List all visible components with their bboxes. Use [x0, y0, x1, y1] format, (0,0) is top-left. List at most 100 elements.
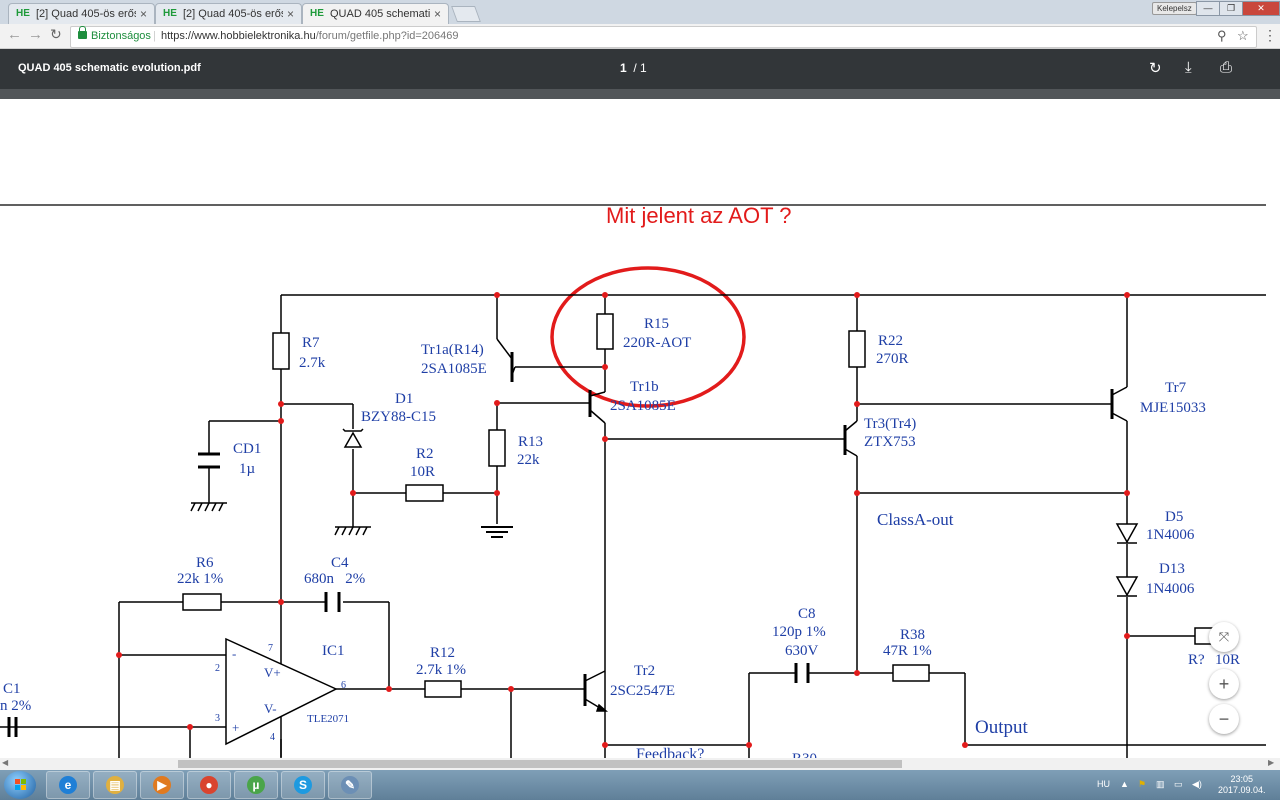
url-path: /forum/getfile.php?id=206469: [315, 30, 459, 42]
pdf-toolbar: QUAD 405 schematic evolution.pdf 1 / 1 ↻…: [0, 49, 1280, 89]
reload-icon[interactable]: ↻: [50, 26, 62, 43]
svg-text:120p 1%: 120p 1%: [772, 624, 826, 640]
language-indicator[interactable]: HU: [1097, 779, 1110, 789]
svg-text:n 2%: n 2%: [0, 698, 31, 714]
svg-text:R6: R6: [196, 555, 214, 571]
taskbar-media-player[interactable]: ▶: [140, 771, 184, 799]
pdf-page: Mit jelent az AOT ? R7 2.7k D1 BZY88-C15…: [0, 99, 1280, 759]
taskbar: e ▤ ▶ ● µ S ✎ HU ▲ ⚑ ▥ ▭ ◀) 23:05 2017.0…: [0, 770, 1280, 800]
rotate-icon[interactable]: ↻: [1149, 59, 1162, 77]
skype-icon: S: [294, 776, 312, 794]
site-favicon-icon: HE: [163, 8, 177, 19]
component-labels: R7 2.7k D1 BZY88-C15 CD1 1µ R2 10R R13 2…: [0, 316, 1240, 759]
svg-text:MJE15033: MJE15033: [1140, 400, 1206, 416]
start-button[interactable]: [4, 771, 36, 799]
media-player-icon: ▶: [153, 776, 171, 794]
scroll-left-icon[interactable]: ◀: [2, 758, 8, 767]
clock-time: 23:05: [1230, 774, 1254, 784]
taskbar-skype[interactable]: S: [281, 771, 325, 799]
scroll-right-icon[interactable]: ▶: [1268, 758, 1274, 767]
svg-text:4: 4: [270, 732, 275, 743]
page-current[interactable]: 1: [620, 61, 627, 75]
svg-text:1N4006: 1N4006: [1146, 581, 1195, 597]
svg-text:Tr1b: Tr1b: [630, 379, 659, 395]
minimize-button[interactable]: —: [1196, 1, 1220, 16]
scroll-thumb[interactable]: [178, 760, 902, 768]
maximize-button[interactable]: ❐: [1219, 1, 1243, 16]
zoom-out-button[interactable]: −: [1209, 704, 1239, 734]
tab-close-icon[interactable]: ×: [434, 7, 441, 21]
clock-date: 2017.09.04.: [1218, 785, 1266, 795]
svg-text:C8: C8: [798, 606, 816, 622]
address-bar[interactable]: Biztonságos | https://www.hobbielektroni…: [70, 26, 1257, 48]
page-indicator: 1 / 1: [620, 61, 647, 75]
tab-strip: HE [2] Quad 405-ös erősítő · × HE [2] Qu…: [0, 0, 1280, 25]
profile-button[interactable]: Kelepelsz: [1152, 2, 1197, 15]
taskbar-paint[interactable]: ✎: [328, 771, 372, 799]
ie-icon: e: [59, 776, 77, 794]
page-total: / 1: [633, 61, 647, 75]
annotation-question: Mit jelent az AOT ?: [606, 203, 791, 228]
close-window-button[interactable]: ✕: [1242, 1, 1280, 16]
battery-icon[interactable]: ▭: [1174, 779, 1183, 790]
download-icon[interactable]: ⤓: [1185, 59, 1192, 76]
back-arrow-icon[interactable]: ←: [7, 26, 22, 43]
svg-text:2: 2: [215, 663, 220, 674]
svg-text:7: 7: [268, 643, 273, 654]
resistor-r12: [424, 680, 462, 698]
zoom-magnifier-icon[interactable]: ⚲: [1217, 28, 1227, 44]
browser-menu-icon[interactable]: ⋮: [1263, 27, 1277, 44]
svg-text:Output: Output: [975, 717, 1029, 738]
svg-text:10R: 10R: [1215, 652, 1240, 668]
svg-text:-: -: [232, 646, 236, 661]
site-favicon-icon: HE: [16, 8, 30, 19]
svg-text:+: +: [232, 720, 239, 735]
bookmark-star-icon[interactable]: ☆: [1237, 28, 1249, 44]
taskbar-utorrent[interactable]: µ: [234, 771, 278, 799]
resistor-r22: [848, 330, 866, 368]
svg-text:TLE2071: TLE2071: [307, 713, 349, 725]
tab-close-icon[interactable]: ×: [287, 7, 294, 21]
tab-quad-forum-2[interactable]: HE [2] Quad 405-ös erősítő · ×: [155, 3, 302, 24]
svg-text:C1: C1: [3, 681, 21, 697]
svg-text:R7: R7: [302, 335, 320, 351]
forward-arrow-icon[interactable]: →: [28, 26, 43, 43]
taskbar-file-explorer[interactable]: ▤: [93, 771, 137, 799]
svg-text:47R 1%: 47R 1%: [883, 643, 932, 659]
show-hidden-icons-icon[interactable]: ▲: [1120, 779, 1129, 789]
system-clock[interactable]: 23:05 2017.09.04.: [1218, 774, 1266, 796]
svg-text:Tr7: Tr7: [1165, 380, 1187, 396]
svg-text:1µ: 1µ: [239, 461, 256, 477]
network-icon[interactable]: ▥: [1156, 779, 1165, 790]
resistor-r7: [272, 332, 290, 370]
url-text: https://www.hobbielektronika.hu/forum/ge…: [161, 30, 459, 42]
fit-to-page-icon[interactable]: ⤧: [1209, 622, 1239, 652]
tab-title: [2] Quad 405-ös erősítő ·: [183, 8, 283, 20]
svg-text:R38: R38: [900, 627, 925, 643]
pdf-filename: QUAD 405 schematic evolution.pdf: [18, 62, 201, 74]
svg-text:R?: R?: [1188, 652, 1205, 668]
tab-title: [2] Quad 405-ös erősítő ·: [36, 8, 136, 20]
svg-text:R15: R15: [644, 316, 669, 332]
taskbar-chrome[interactable]: ●: [187, 771, 231, 799]
svg-text:V+: V+: [264, 665, 281, 680]
zoom-in-button[interactable]: +: [1209, 669, 1239, 699]
capacitors: [7, 452, 810, 737]
print-icon[interactable]: ⎙: [1220, 59, 1232, 76]
utorrent-icon: µ: [247, 776, 265, 794]
tab-quad-pdf[interactable]: HE QUAD 405 schematic ev ×: [302, 3, 449, 25]
svg-text:3: 3: [215, 713, 220, 724]
svg-text:Tr3(Tr4): Tr3(Tr4): [864, 416, 916, 432]
warning-flag-icon[interactable]: ⚑: [1138, 779, 1146, 790]
svg-text:C4: C4: [331, 555, 349, 571]
tab-quad-forum-1[interactable]: HE [2] Quad 405-ös erősítő · ×: [8, 3, 155, 24]
resistor-r13: [488, 429, 506, 467]
svg-text:Tr1a(R14): Tr1a(R14): [421, 342, 484, 358]
svg-text:D5: D5: [1165, 509, 1183, 525]
tab-close-icon[interactable]: ×: [140, 7, 147, 21]
taskbar-internet-explorer[interactable]: e: [46, 771, 90, 799]
horizontal-scrollbar[interactable]: ◀ ▶: [0, 758, 1280, 770]
new-tab-button[interactable]: [451, 6, 481, 22]
site-favicon-icon: HE: [310, 8, 324, 19]
volume-icon[interactable]: ◀): [1192, 779, 1202, 790]
